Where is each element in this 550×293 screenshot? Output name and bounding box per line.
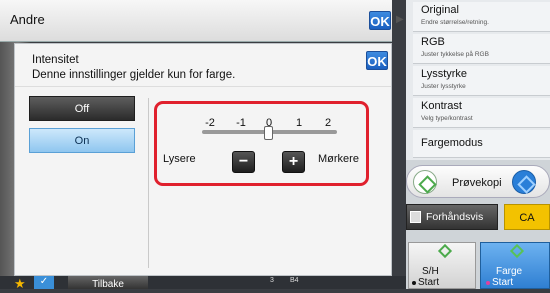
menu-item-sub: Juster tykkelse på RGB xyxy=(421,51,489,58)
slider-tick-label: 2 xyxy=(324,117,332,129)
menu-item-label: Kontrast xyxy=(421,100,462,112)
color-start-label: Farge xyxy=(496,266,523,277)
menu-item-label: Original xyxy=(421,4,459,16)
menu-item-brightness[interactable]: Lysstyrke Juster lysstyrke xyxy=(413,66,550,96)
dialog-ok-button[interactable]: OK xyxy=(366,51,388,70)
off-button[interactable]: Off xyxy=(29,96,135,121)
menu-item-sub: Endre størrelse/retning. xyxy=(421,19,489,26)
status-info: B4 xyxy=(290,277,299,284)
bw-start-label-2: Start xyxy=(418,277,440,288)
lighter-label: Lysere xyxy=(163,153,196,165)
clear-all-button[interactable]: CA xyxy=(504,204,550,230)
menu-item-rgb[interactable]: RGB Juster tykkelse på RGB xyxy=(413,34,550,64)
slider-tick-label: 1 xyxy=(295,117,303,129)
menu-item-label: RGB xyxy=(421,36,445,48)
preview-label: Forhåndsvis xyxy=(426,211,484,223)
back-button[interactable]: Tilbake xyxy=(68,276,148,290)
bw-indicator-dot xyxy=(412,281,416,285)
page-title: Andre xyxy=(10,12,45,27)
divider xyxy=(15,86,391,87)
menu-item-label: Fargemodus xyxy=(421,137,483,149)
proof-copy-label: Prøvekopi xyxy=(452,177,502,189)
color-indicator-dot xyxy=(486,281,490,285)
intensity-slider-thumb[interactable] xyxy=(264,126,273,140)
proof-color-icon xyxy=(512,170,536,194)
slider-tick-label: -2 xyxy=(205,117,215,129)
dialog-note: Denne innstillinger gjelder kun for farg… xyxy=(32,69,236,81)
color-start-label-2: Start xyxy=(492,277,514,288)
menu-item-sub: Juster lysstyrke xyxy=(421,83,466,90)
menu-item-label: Lysstyrke xyxy=(421,68,468,80)
status-info: 3 xyxy=(270,277,274,284)
collapse-arrow-icon[interactable]: ▶ xyxy=(396,14,406,28)
dialog-title: Intensitet xyxy=(32,54,79,66)
menu-item-color-mode[interactable]: Fargemodus xyxy=(413,130,550,158)
darker-label: Mørkere xyxy=(318,153,359,165)
decrease-button[interactable]: − xyxy=(232,151,255,173)
bw-start-label: S/H xyxy=(422,266,439,277)
menu-item-original[interactable]: Original Endre størrelse/retning. xyxy=(413,2,550,32)
menu-item-contrast[interactable]: Kontrast Velg type/kontrast xyxy=(413,98,550,128)
increase-button[interactable]: + xyxy=(282,151,305,173)
check-icon[interactable]: ✓ xyxy=(34,276,54,289)
slider-tick-label: -1 xyxy=(236,117,246,129)
header-bar xyxy=(0,0,392,42)
bottom-bar xyxy=(0,276,406,289)
vertical-separator xyxy=(148,98,149,268)
intensity-slider-panel xyxy=(154,101,369,186)
star-icon[interactable]: ★ xyxy=(14,276,26,292)
on-button[interactable]: On xyxy=(29,128,135,153)
header-ok-button[interactable]: OK xyxy=(369,11,391,30)
proof-start-icon xyxy=(413,170,437,194)
menu-item-sub: Velg type/kontrast xyxy=(421,115,473,122)
preview-icon xyxy=(410,211,421,223)
